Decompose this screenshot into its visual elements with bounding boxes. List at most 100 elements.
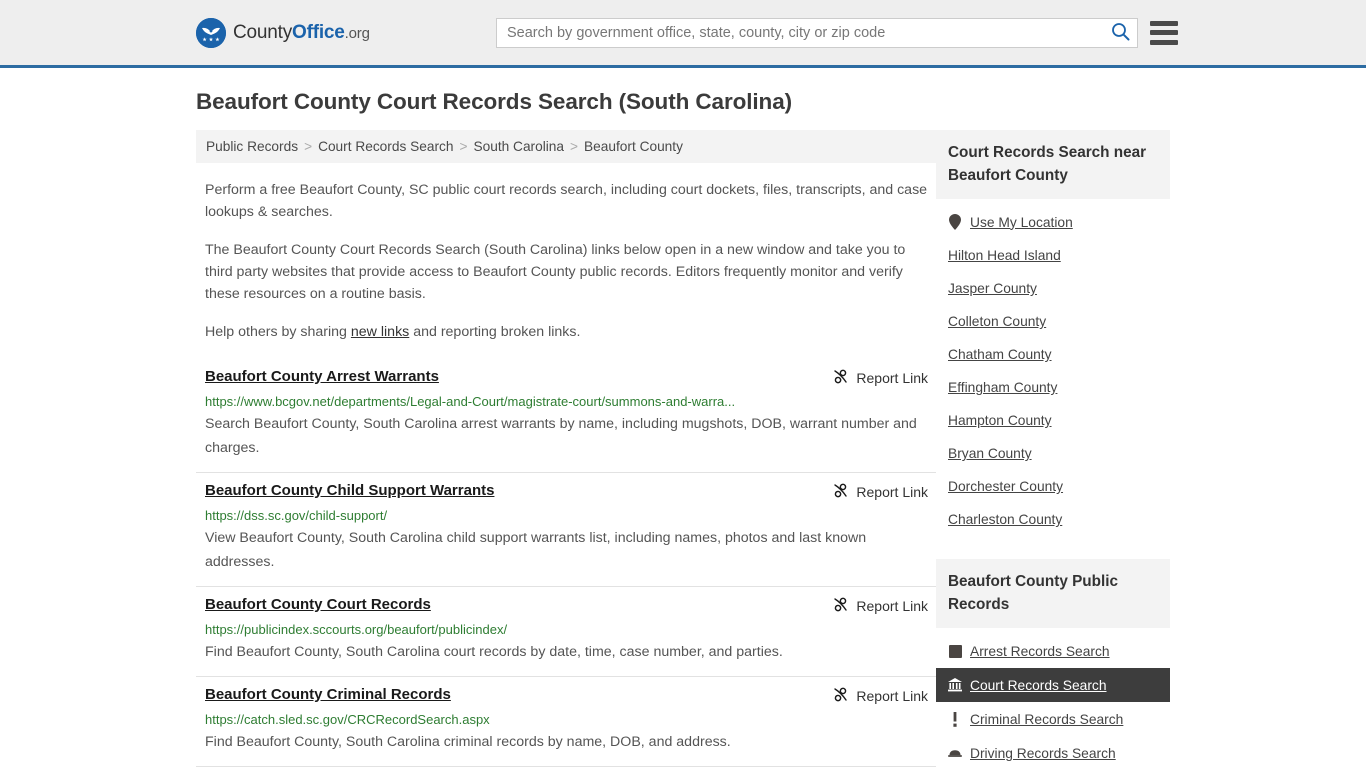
share-text-after: and reporting broken links. <box>409 324 581 340</box>
public-records-title: Beaufort County Public Records <box>936 559 1170 628</box>
content-columns: Public Records > Court Records Search > Sout… <box>196 130 1170 768</box>
nearby-item-8[interactable]: Bryan County <box>936 437 1170 470</box>
nearby-item-10[interactable]: Charleston County <box>936 503 1170 536</box>
breadcrumb-separator: > <box>570 139 579 154</box>
breadcrumb-separator: > <box>459 139 468 154</box>
result-item: Beaufort County Child Support Warrants Re… <box>196 473 936 587</box>
search-icon <box>1111 22 1130 44</box>
search-input[interactable] <box>497 18 1103 47</box>
car-icon <box>948 745 962 761</box>
logo-text-org: .org <box>344 24 370 42</box>
breadcrumb-item-3[interactable]: South Carolina <box>473 139 564 154</box>
result-title-link[interactable]: Beaufort County Court Records <box>205 596 431 613</box>
breadcrumb: Public Records > Court Records Search > Sout… <box>196 130 936 163</box>
breadcrumb-separator: > <box>304 139 313 154</box>
exclamation-icon <box>948 711 962 727</box>
public-record-item-label: Arrest Records Search <box>970 643 1110 659</box>
nearby-item-label: Use My Location <box>970 214 1073 230</box>
intro-paragraph-3: Help others by sharing new links and rep… <box>196 321 936 343</box>
nearby-item-3[interactable]: Jasper County <box>936 272 1170 305</box>
broken-link-icon <box>832 596 849 616</box>
result-url: https://dss.sc.gov/child-support/ <box>205 508 388 523</box>
nearby-item-label: Hilton Head Island <box>948 248 1061 263</box>
public-record-item-label: Court Records Search <box>970 677 1107 693</box>
search-bar[interactable] <box>496 17 1138 48</box>
public-records-card: Beaufort County Public Records Arrest Re… <box>936 559 1170 768</box>
result-title-link[interactable]: Beaufort County Arrest Warrants <box>205 368 439 385</box>
public-records-list: Arrest Records Search Court Records Searc… <box>936 628 1170 768</box>
result-title-link[interactable]: Beaufort County Criminal Records <box>205 686 451 703</box>
search-button[interactable] <box>1103 19 1137 47</box>
nearby-item-label: Colleton County <box>948 314 1047 329</box>
public-record-item-4[interactable]: Driving Records Search <box>936 736 1170 768</box>
nearby-item-5[interactable]: Chatham County <box>936 338 1170 371</box>
public-record-item-1[interactable]: Arrest Records Search <box>936 634 1170 668</box>
map-pin-icon <box>948 214 962 230</box>
result-header: Beaufort County Child Support Warrants Re… <box>205 482 928 502</box>
report-link-label: Report Link <box>856 370 928 386</box>
breadcrumb-item-2[interactable]: Court Records Search <box>318 139 453 154</box>
page-title: Beaufort County Court Records Search (So… <box>196 89 793 114</box>
intro-paragraph-2: The Beaufort County Court Records Search… <box>205 242 906 302</box>
public-record-item-label: Driving Records Search <box>970 745 1116 761</box>
report-link-button[interactable]: Report Link <box>814 368 928 388</box>
result-url: https://www.bcgov.net/departments/Legal-… <box>205 394 736 409</box>
page-container: Beaufort County Court Records Search (So… <box>0 89 1366 768</box>
new-links-link[interactable]: new links <box>351 324 409 340</box>
sidebar: Court Records Search near Beaufort Count… <box>936 130 1170 768</box>
nearby-item-6[interactable]: Effingham County <box>936 371 1170 404</box>
result-url: https://publicindex.sccourts.org/beaufor… <box>205 622 508 637</box>
handcuffs-icon <box>948 643 962 659</box>
breadcrumb-item-4[interactable]: Beaufort County <box>584 139 683 154</box>
share-text-before: Help others by sharing <box>205 324 351 340</box>
nearby-item-9[interactable]: Dorchester County <box>936 470 1170 503</box>
result-description: View Beaufort County, South Carolina chi… <box>205 530 867 570</box>
nearby-item-label: Jasper County <box>948 281 1037 296</box>
broken-link-icon <box>832 482 849 502</box>
result-description: Search Beaufort County, South Carolina a… <box>205 416 917 456</box>
results-list: Beaufort County Arrest Warrants Report Li… <box>196 359 936 768</box>
site-logo[interactable]: CountyOffice.org <box>196 17 370 48</box>
nearby-item-2[interactable]: Hilton Head Island <box>936 239 1170 272</box>
hamburger-bar-2 <box>1150 30 1178 35</box>
public-record-item-3[interactable]: Criminal Records Search <box>936 702 1170 736</box>
nearby-item-label: Bryan County <box>948 446 1032 461</box>
broken-link-icon <box>832 368 849 388</box>
logo-text-office: Office <box>292 21 345 43</box>
result-title-link[interactable]: Beaufort County Child Support Warrants <box>205 482 494 499</box>
report-link-button[interactable]: Report Link <box>814 686 928 706</box>
courthouse-icon <box>948 677 962 693</box>
nearby-item-label: Effingham County <box>948 380 1058 395</box>
broken-link-icon <box>832 686 849 706</box>
main-column: Public Records > Court Records Search > Sout… <box>196 130 936 768</box>
intro-paragraph-1: Perform a free Beaufort County, SC publi… <box>205 182 928 220</box>
result-item: Beaufort County Arrest Warrants Report Li… <box>196 359 936 473</box>
nearby-searches-list: Use My Location Hilton Head Island Jasper … <box>936 199 1170 536</box>
breadcrumb-item-1[interactable]: Public Records <box>206 139 298 154</box>
logo-text-county: County <box>233 21 293 43</box>
result-item: Beaufort County Court Records Report Link… <box>196 587 936 677</box>
eagle-seal-icon <box>196 17 226 48</box>
nearby-item-label: Charleston County <box>948 512 1063 527</box>
hamburger-menu-icon[interactable] <box>1150 20 1178 45</box>
result-description: Find Beaufort County, South Carolina cri… <box>205 734 731 750</box>
result-item: Beaufort County Criminal Records Report L… <box>196 677 936 767</box>
result-header: Beaufort County Criminal Records Report L… <box>205 686 928 706</box>
nearby-item-4[interactable]: Colleton County <box>936 305 1170 338</box>
result-description: Find Beaufort County, South Carolina cou… <box>205 644 783 660</box>
nearby-item-label: Dorchester County <box>948 479 1064 494</box>
hamburger-bar-1 <box>1150 20 1178 26</box>
intro-text: Perform a free Beaufort County, SC publi… <box>196 179 936 343</box>
public-record-item-2[interactable]: Court Records Search <box>936 668 1170 702</box>
hamburger-bar-3 <box>1150 39 1178 45</box>
nearby-item-7[interactable]: Hampton County <box>936 404 1170 437</box>
report-link-label: Report Link <box>856 484 928 500</box>
nearby-searches-card: Court Records Search near Beaufort Count… <box>936 130 1170 536</box>
report-link-button[interactable]: Report Link <box>814 482 928 502</box>
nearby-item-label: Chatham County <box>948 347 1052 362</box>
site-header: CountyOffice.org <box>0 0 1366 68</box>
result-header: Beaufort County Court Records Report Link <box>205 596 928 616</box>
result-url: https://catch.sled.sc.gov/CRCRecordSearc… <box>205 712 490 727</box>
nearby-item-1[interactable]: Use My Location <box>936 205 1170 239</box>
report-link-button[interactable]: Report Link <box>814 596 928 616</box>
